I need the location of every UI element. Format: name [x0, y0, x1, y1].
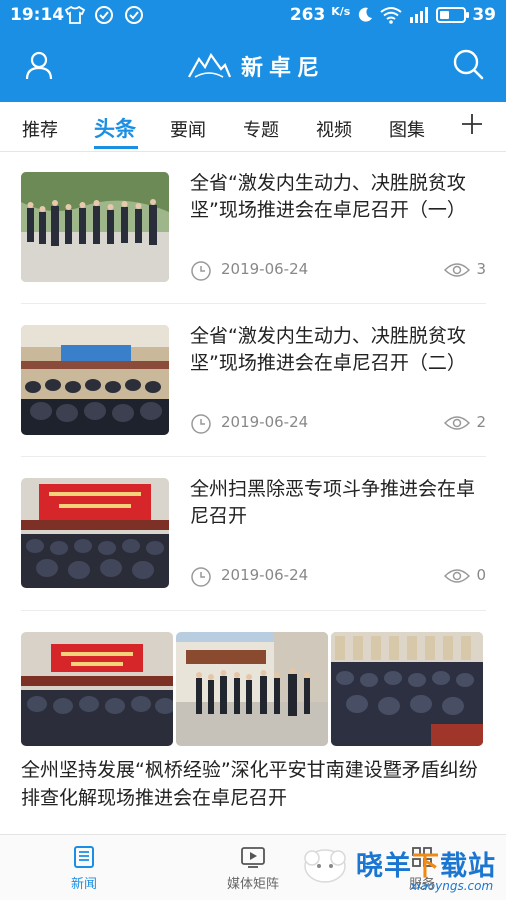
add-channel-button[interactable] [460, 112, 484, 136]
search-button[interactable] [452, 48, 484, 82]
view-count: 0 [476, 566, 486, 584]
eye-icon [444, 263, 470, 277]
tab-recommend[interactable]: 推荐 [22, 116, 58, 142]
article-meta: 2019-06-24 3 [190, 260, 486, 281]
news-list-item[interactable]: 全省“激发内生动力、决胜脱贫攻坚”现场推进会在卓尼召开（二） 2019-06-2… [0, 305, 506, 457]
article-thumbnail [21, 478, 169, 588]
sheep-logo-icon [304, 849, 346, 883]
network-speed: 263 K/s [289, 5, 351, 25]
tab-media-matrix[interactable]: 媒体矩阵 [203, 845, 303, 892]
article-meta: 2019-06-24 0 [190, 566, 486, 587]
list-divider [21, 610, 486, 611]
view-count: 2 [476, 413, 486, 431]
watermark-url: xiaoyngs.com [410, 879, 494, 893]
tab-gallery[interactable]: 图集 [389, 116, 425, 142]
article-date: 2019-06-24 [221, 413, 309, 431]
tab-news[interactable]: 要闻 [170, 116, 206, 142]
list-divider [21, 303, 486, 304]
clock-icon [191, 261, 211, 281]
status-bar: 19:14 263 K/s 39 [0, 0, 506, 32]
clock-icon [191, 414, 211, 434]
status-indicators: 263 K/s 39 [290, 5, 496, 25]
app-header: 19:14 263 K/s 39 新卓尼 [0, 0, 506, 102]
tab-headlines[interactable]: 头条 [94, 113, 136, 143]
tab-label: 媒体矩阵 [226, 877, 279, 892]
article-meta: 2019-06-24 2 [190, 413, 486, 434]
user-profile-button[interactable] [24, 50, 54, 84]
check-circle-icon [94, 5, 114, 29]
news-list-item[interactable]: 全州扫黑除恶专项斗争推进会在卓尼召开 2019-06-24 0 [0, 458, 506, 610]
article-thumbnail [21, 172, 169, 282]
search-icon [453, 49, 484, 80]
article-date: 2019-06-24 [221, 260, 309, 278]
battery-icon [436, 7, 470, 23]
view-count: 3 [476, 260, 486, 278]
mountain-logo-icon [188, 52, 231, 78]
app-title: 新卓尼 [241, 55, 326, 81]
tab-news-home[interactable]: 新闻 [34, 845, 134, 892]
news-icon [74, 846, 94, 868]
list-divider [21, 456, 486, 457]
article-thumbnail [21, 325, 169, 435]
gallery-image [331, 632, 483, 746]
category-tabs: 推荐 头条 要闻 专题 视频 图集 [0, 102, 506, 152]
tab-label: 新闻 [70, 877, 97, 892]
eye-icon [444, 569, 470, 583]
plus-icon [462, 114, 482, 134]
app-logo: 新卓尼 [187, 50, 325, 82]
eye-icon [444, 416, 470, 430]
article-title: 全州扫黑除恶专项斗争推进会在卓尼召开 [190, 478, 476, 527]
article-date: 2019-06-24 [221, 566, 309, 584]
site-watermark: 晓羊下载站 xiaoyngs.com [300, 836, 506, 900]
gallery-list-item[interactable]: 全州坚持发展“枫桥经验”深化平安甘南建设暨矛盾纠纷排查化解现场推进会在卓尼召开 [0, 612, 506, 834]
status-time: 19:14 [10, 5, 65, 25]
wifi-icon [380, 7, 402, 24]
active-tab-indicator [94, 146, 138, 149]
video-icon [241, 847, 265, 868]
tab-topics[interactable]: 专题 [243, 116, 279, 142]
tab-videos[interactable]: 视频 [316, 116, 352, 142]
user-icon [25, 51, 53, 80]
battery-level: 39 [472, 5, 496, 25]
gallery-image [21, 632, 173, 746]
clock-icon [191, 567, 211, 587]
gallery-image [176, 632, 328, 746]
article-title: 全省“激发内生动力、决胜脱贫攻坚”现场推进会在卓尼召开（二） [190, 325, 466, 374]
gallery-title: 全州坚持发展“枫桥经验”深化平安甘南建设暨矛盾纠纷排查化解现场推进会在卓尼召开 [21, 759, 478, 809]
article-title: 全省“激发内生动力、决胜脱贫攻坚”现场推进会在卓尼召开（一） [190, 172, 466, 221]
tshirt-icon [64, 5, 86, 29]
watermark-text: 晓羊下载站 [356, 851, 496, 882]
signal-icon [410, 7, 429, 23]
check-circle-icon [124, 5, 144, 29]
news-list-item[interactable]: 全省“激发内生动力、决胜脱贫攻坚”现场推进会在卓尼召开（一） 2019-06-2… [0, 152, 506, 304]
moon-icon [359, 7, 373, 22]
